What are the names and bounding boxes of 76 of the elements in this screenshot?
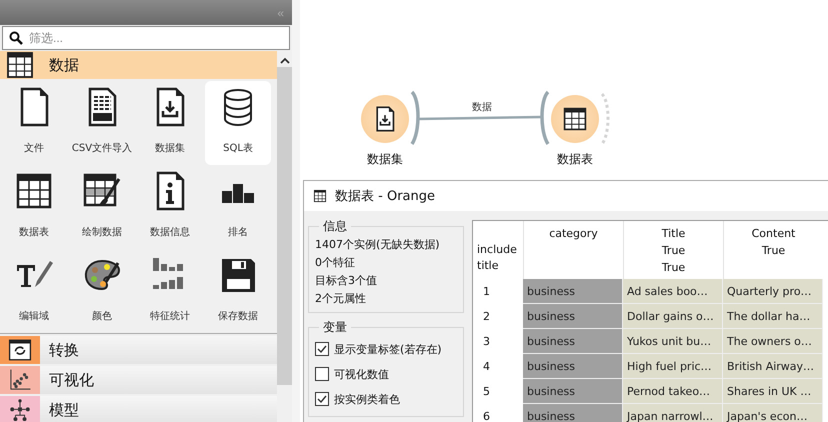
table-icon — [562, 106, 588, 132]
table-cell: High fuel pric… — [623, 354, 723, 379]
table-icon — [313, 189, 327, 203]
scroll-up-icon[interactable] — [280, 57, 290, 65]
row-index: 6 — [482, 409, 491, 422]
widget-tile[interactable]: SQL表 — [205, 81, 271, 165]
category-header[interactable]: 数据 — [0, 51, 277, 79]
table-icon — [14, 171, 54, 211]
checkbox[interactable] — [315, 367, 329, 381]
row-index: 5 — [482, 384, 491, 400]
window-title: 数据表 - Orange — [335, 188, 435, 205]
search-box[interactable]: 筛选... — [2, 26, 290, 50]
checkbox-option[interactable]: 显示变量标签(若存在) — [315, 338, 457, 360]
scrollbar-thumb[interactable] — [277, 67, 292, 385]
refresh-window-icon — [7, 337, 33, 363]
table-cell: business — [523, 329, 623, 354]
table-cell: Shares in UK … — [723, 379, 823, 404]
table-cell: business — [523, 304, 623, 329]
category-header[interactable]: 模型 — [0, 396, 277, 422]
table-cell: British Airway… — [723, 354, 823, 379]
node-label: 数据集 — [367, 151, 403, 168]
widget-tile[interactable]: CSV文件导入 — [69, 81, 135, 165]
table-icon — [5, 51, 35, 80]
input-anchor-arc — [540, 90, 550, 145]
widget-tile[interactable]: 数据集 — [137, 81, 203, 165]
workflow-node[interactable]: 数据表 — [530, 95, 620, 168]
widget-tile[interactable]: 颜色 — [69, 249, 135, 333]
info-text: 目标含3个值 — [315, 273, 378, 288]
table-cell: The dollar ha… — [723, 304, 823, 329]
widget-tile[interactable]: 文件 — [1, 81, 67, 165]
category-label: 模型 — [49, 400, 79, 420]
widget-tile[interactable]: 编辑域 — [1, 249, 67, 333]
info-text: 2个元属性 — [315, 291, 367, 306]
category-label: 数据 — [49, 56, 79, 74]
table-cell: business — [523, 279, 623, 304]
table-cell: Ad sales boo… — [623, 279, 723, 304]
category-label: 可视化 — [49, 370, 94, 390]
node-label: 数据表 — [557, 151, 593, 168]
widget-tile[interactable]: 数据表 — [1, 165, 67, 249]
widget-tile[interactable]: 绘制数据 — [69, 165, 135, 249]
group-title: 变量 — [322, 319, 348, 336]
output-anchor-arc — [410, 90, 420, 145]
group-title: 信息 — [322, 218, 348, 235]
row-index: 3 — [482, 334, 491, 350]
checkbox[interactable] — [315, 392, 329, 406]
info-text: 1407个实例(无缺失数据) — [315, 237, 441, 252]
category-label: 转换 — [49, 340, 79, 360]
widget-tile[interactable]: 数据信息 — [137, 165, 203, 249]
search-icon — [9, 31, 23, 45]
checkbox[interactable] — [315, 342, 329, 356]
output-anchor-arc — [600, 93, 610, 145]
row-index: 1 — [482, 284, 491, 300]
checkbox-option[interactable]: 可视化数值 — [315, 363, 457, 385]
search-field[interactable]: 筛选... — [29, 31, 283, 45]
widget-tile[interactable]: 特征统计 — [137, 249, 203, 333]
table-cell: business — [523, 404, 623, 422]
table-cell: business — [523, 354, 623, 379]
table-cell: Quarterly pro… — [723, 279, 823, 304]
table-cell: business — [523, 379, 623, 404]
checkbox-option[interactable]: 按实例类着色 — [315, 388, 457, 410]
row-index: 2 — [482, 309, 491, 325]
info-text: 0个特征 — [315, 255, 356, 270]
table-cell: Yukos unit bu… — [623, 329, 723, 354]
table-cell: Japan's econ… — [723, 404, 823, 422]
table-cell: Dollar gains o… — [623, 304, 723, 329]
widget-tile[interactable]: 保存数据 — [205, 249, 271, 333]
table-cell: Japan narrowl… — [623, 404, 723, 422]
link-label: 数据 — [472, 101, 492, 114]
corner-header: include title — [476, 242, 518, 274]
widget-tile[interactable]: 排名 — [205, 165, 271, 249]
workflow-node[interactable]: 数据集 — [340, 95, 430, 168]
row-index: 4 — [482, 359, 491, 375]
table-cell: The owners o… — [723, 329, 823, 354]
table-cell: Pernod takeo… — [623, 379, 723, 404]
category-header[interactable]: 转换 — [0, 336, 277, 364]
category-header[interactable]: 可视化 — [0, 366, 277, 394]
